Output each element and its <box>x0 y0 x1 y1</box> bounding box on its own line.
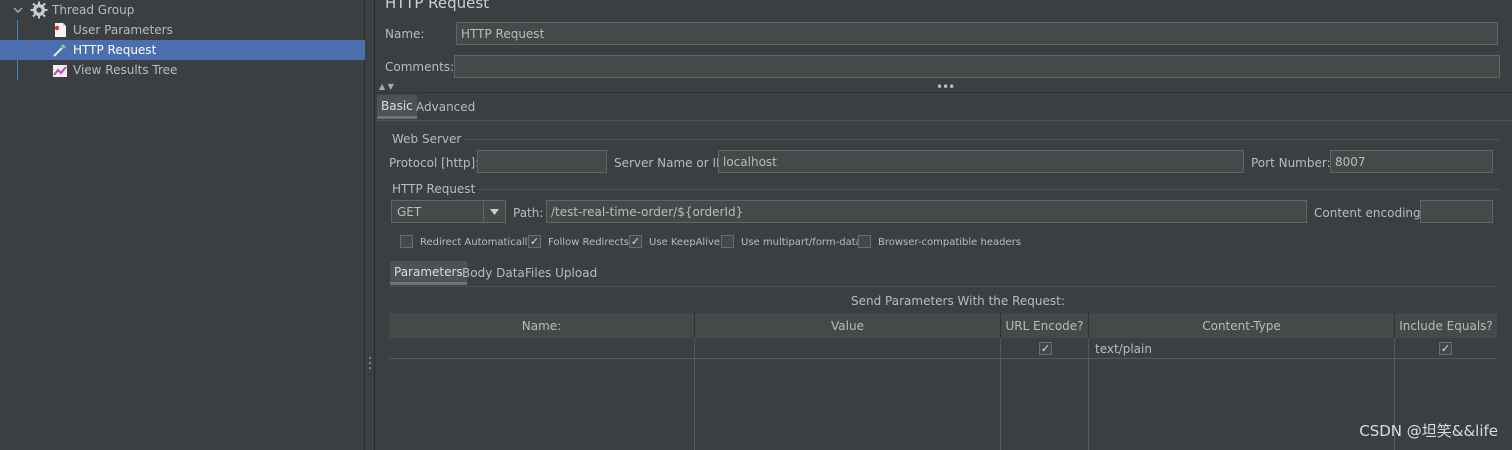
grip-dot <box>369 362 371 364</box>
gear-icon <box>30 1 48 19</box>
grip-dot <box>369 357 371 359</box>
protocol-input[interactable] <box>477 150 607 173</box>
pipette-icon <box>51 41 69 59</box>
include-equals-checkbox[interactable]: ✓ <box>1439 342 1452 355</box>
port-input[interactable]: 8007 <box>1330 150 1493 173</box>
pane-splitter[interactable] <box>365 0 375 450</box>
divider <box>389 286 1497 287</box>
cell-value[interactable] <box>695 339 1000 359</box>
comments-label: Comments: <box>385 60 455 74</box>
multipart-label: Use multipart/form-data <box>741 237 862 248</box>
grip-dot <box>369 367 371 369</box>
divider <box>376 120 1512 121</box>
test-plan-tree[interactable]: Thread Group User Parameters HTTP Reques… <box>0 0 365 450</box>
server-name-input[interactable]: localhost <box>718 150 1244 173</box>
tree-item-thread-group[interactable]: Thread Group <box>10 0 365 20</box>
web-server-border <box>388 139 1500 140</box>
content-encoding-input[interactable] <box>1420 200 1493 223</box>
path-label: Path: <box>513 206 544 220</box>
follow-redirects-checkbox[interactable]: ✓ <box>528 235 541 248</box>
column-header-include-equals[interactable]: Include Equals? <box>1395 313 1497 338</box>
browser-compatible-headers-checkbox[interactable] <box>858 235 871 248</box>
multipart-checkbox[interactable] <box>721 235 734 248</box>
server-name-label: Server Name or IP: <box>614 156 728 170</box>
column-header-name[interactable]: Name: <box>389 313 695 338</box>
tree-item-label: User Parameters <box>73 23 173 37</box>
document-params-icon <box>51 21 69 39</box>
http-request-panel: HTTP Request Name: HTTP Request Comments… <box>376 0 1512 450</box>
name-label: Name: <box>385 27 425 41</box>
follow-redirects-label: Follow Redirects <box>548 237 629 248</box>
table-caption: Send Parameters With the Request: <box>851 294 1065 308</box>
dropdown-arrow-icon[interactable] <box>483 201 505 222</box>
cell-name[interactable] <box>389 339 694 359</box>
name-input[interactable]: HTTP Request <box>456 22 1498 45</box>
tree-item-label: View Results Tree <box>73 63 178 77</box>
column-header-content-type[interactable]: Content-Type <box>1089 313 1395 338</box>
tree-item-view-results-tree[interactable]: View Results Tree <box>0 60 365 80</box>
collapse-arrows-icon[interactable]: ▲ ▼ <box>379 82 394 91</box>
protocol-label: Protocol [http]: <box>389 156 480 170</box>
browser-compatible-headers-label: Browser-compatible headers <box>878 237 1021 248</box>
column-header-value[interactable]: Value <box>695 313 1001 338</box>
redirect-automatically-label: Redirect Automatically <box>420 237 534 248</box>
url-encode-checkbox[interactable]: ✓ <box>1039 342 1052 355</box>
tab-body-data[interactable]: Body Data <box>458 261 529 285</box>
port-label: Port Number: <box>1251 156 1331 170</box>
divider <box>376 92 1512 93</box>
path-input[interactable]: /test-real-time-order/${orderId} <box>546 200 1307 223</box>
http-request-border <box>388 189 1500 190</box>
column-divider <box>1088 338 1089 450</box>
column-header-url-encode[interactable]: URL Encode? <box>1001 313 1089 338</box>
chevron-down-icon[interactable] <box>10 2 26 18</box>
chart-listener-icon <box>51 61 69 79</box>
method-select[interactable]: GET <box>391 200 506 223</box>
tree-item-label: Thread Group <box>52 3 135 17</box>
watermark: CSDN @坦笑&&life <box>1359 422 1498 440</box>
web-server-title: Web Server <box>389 132 465 146</box>
tab-advanced[interactable]: Advanced <box>412 95 479 119</box>
use-keepalive-checkbox[interactable]: ✓ <box>629 235 642 248</box>
tab-files-upload[interactable]: Files Upload <box>521 261 601 285</box>
http-request-title: HTTP Request <box>389 182 479 196</box>
method-value: GET <box>397 204 422 219</box>
comments-input[interactable] <box>454 55 1500 78</box>
cell-content-type[interactable]: text/plain <box>1095 339 1385 359</box>
tree-item-http-request[interactable]: HTTP Request <box>0 40 365 60</box>
tree-item-user-parameters[interactable]: User Parameters <box>0 20 365 40</box>
content-encoding-label: Content encoding: <box>1314 206 1425 220</box>
use-keepalive-label: Use KeepAlive <box>649 237 721 248</box>
parameters-table[interactable]: Name: Value URL Encode? Content-Type Inc… <box>389 313 1497 450</box>
page-title: HTTP Request <box>385 0 490 12</box>
column-divider <box>1000 338 1001 450</box>
tree-item-label: HTTP Request <box>73 43 157 57</box>
redirect-automatically-checkbox[interactable] <box>400 235 413 248</box>
tab-parameters[interactable]: Parameters <box>390 261 467 285</box>
tab-basic[interactable]: Basic <box>377 95 417 119</box>
